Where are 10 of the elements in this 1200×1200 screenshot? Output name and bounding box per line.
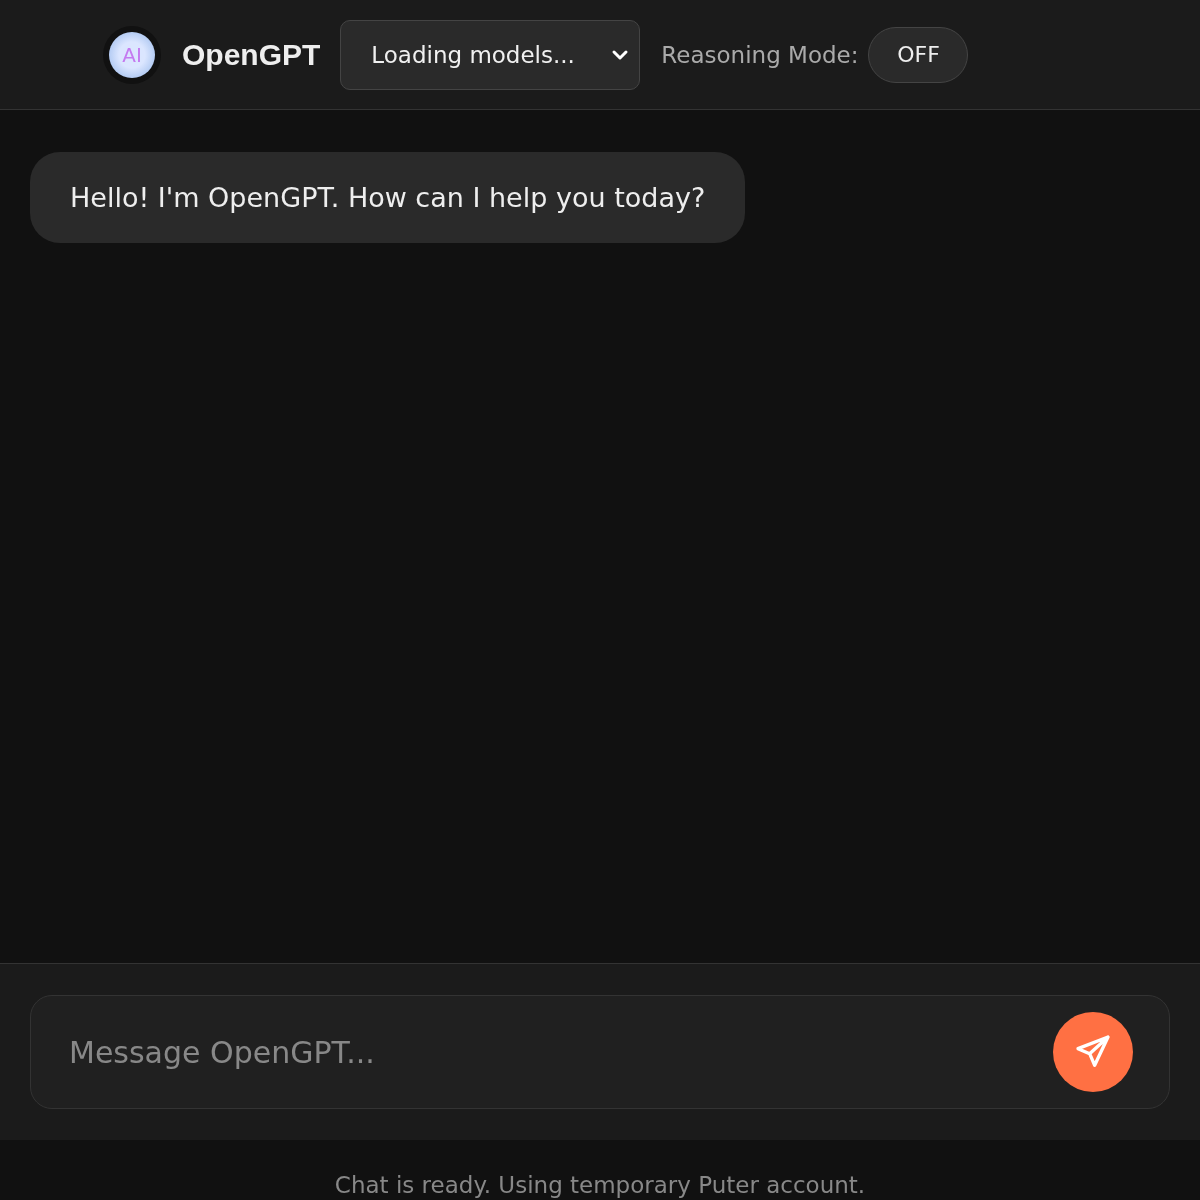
composer-box[interactable]: Message OpenGPT... xyxy=(30,995,1170,1109)
message-bubble: Hello! I'm OpenGPT. How can I help you today? xyxy=(30,152,746,244)
app-title: OpenGPT xyxy=(182,37,321,72)
reasoning-toggle[interactable]: OFF xyxy=(868,26,969,83)
status-text: Chat is ready. Using temporary Puter account. xyxy=(334,1171,866,1200)
logo-text: AI xyxy=(122,42,142,67)
model-select[interactable]: Loading models... xyxy=(340,19,641,90)
chevron-down-icon xyxy=(611,48,630,61)
message-field[interactable]: Message OpenGPT... xyxy=(67,1033,1053,1071)
reasoning-label: Reasoning Mode: xyxy=(661,41,859,68)
